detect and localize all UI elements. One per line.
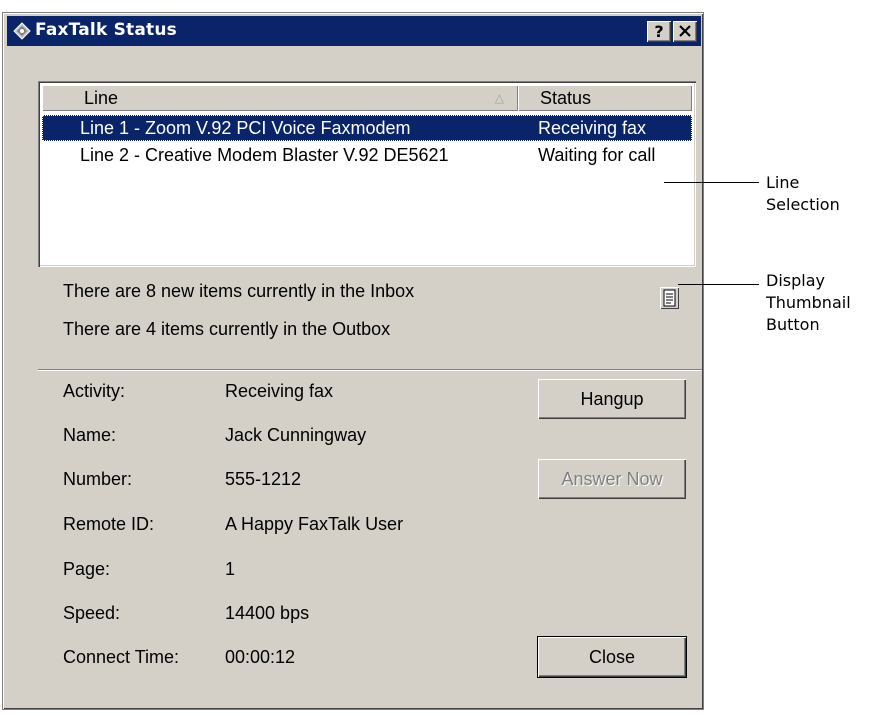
help-button[interactable]: ?	[647, 21, 671, 42]
speed-value: 14400 bps	[225, 603, 310, 623]
number-label: Number:	[63, 469, 133, 489]
list-item-status: Waiting for call	[538, 145, 656, 165]
page-label: Page:	[63, 559, 111, 579]
line-list[interactable]: Line △ Status Line 1 - Zoom V.92 PCI Voi…	[38, 81, 696, 267]
document-icon	[663, 289, 676, 307]
number-value: 555-1212	[225, 469, 302, 489]
name-value: Jack Cunningway	[225, 425, 367, 445]
connect-time-label: Connect Time:	[63, 647, 180, 667]
name-label: Name:	[63, 425, 117, 445]
remote-id-label: Remote ID:	[63, 514, 155, 534]
display-thumbnail-button[interactable]	[660, 287, 679, 309]
column-header-status[interactable]: Status	[518, 85, 692, 111]
list-item-line: Line 2 - Creative Modem Blaster V.92 DE5…	[80, 145, 449, 165]
display-thumbnail-callout: Display Thumbnail Button	[766, 271, 851, 334]
page-value: 1	[225, 559, 236, 579]
faxtalk-app-icon	[13, 22, 31, 40]
connect-time-value: 00:00:12	[225, 647, 296, 667]
sort-ascending-icon: △	[494, 91, 504, 105]
activity-label: Activity:	[63, 381, 126, 401]
list-header: Line △ Status	[42, 85, 692, 111]
separator	[38, 369, 702, 371]
close-window-button[interactable]	[673, 21, 697, 42]
close-icon	[679, 25, 691, 37]
activity-value: Receiving fax	[225, 381, 334, 401]
close-button[interactable]: Close	[537, 636, 687, 678]
line-selection-callout: Line Selection	[766, 173, 840, 214]
speed-label: Speed:	[63, 603, 121, 623]
column-header-line-label: Line	[84, 88, 119, 108]
window-title: FaxTalk Status	[35, 20, 177, 40]
answer-now-button[interactable]: Answer Now	[538, 459, 686, 499]
inbox-summary: There are 8 new items currently in the I…	[63, 281, 415, 301]
remote-id-value: A Happy FaxTalk User	[225, 514, 404, 534]
display-thumbnail-leader	[678, 284, 759, 285]
title-bar: FaxTalk Status ?	[7, 16, 701, 46]
list-item-line: Line 1 - Zoom V.92 PCI Voice Faxmodem	[80, 118, 411, 138]
list-item-status: Receiving fax	[538, 118, 647, 138]
faxtalk-status-dialog: FaxTalk Status ? Line △ Status Line 1 - …	[2, 12, 704, 710]
hangup-button[interactable]: Hangup	[538, 379, 686, 419]
line-selection-leader	[664, 182, 759, 183]
column-header-line[interactable]: Line △	[42, 85, 518, 111]
list-item[interactable]: Line 2 - Creative Modem Blaster V.92 DE5…	[42, 142, 692, 168]
list-item[interactable]: Line 1 - Zoom V.92 PCI Voice Faxmodem Re…	[42, 115, 692, 141]
outbox-summary: There are 4 items currently in the Outbo…	[63, 319, 391, 339]
